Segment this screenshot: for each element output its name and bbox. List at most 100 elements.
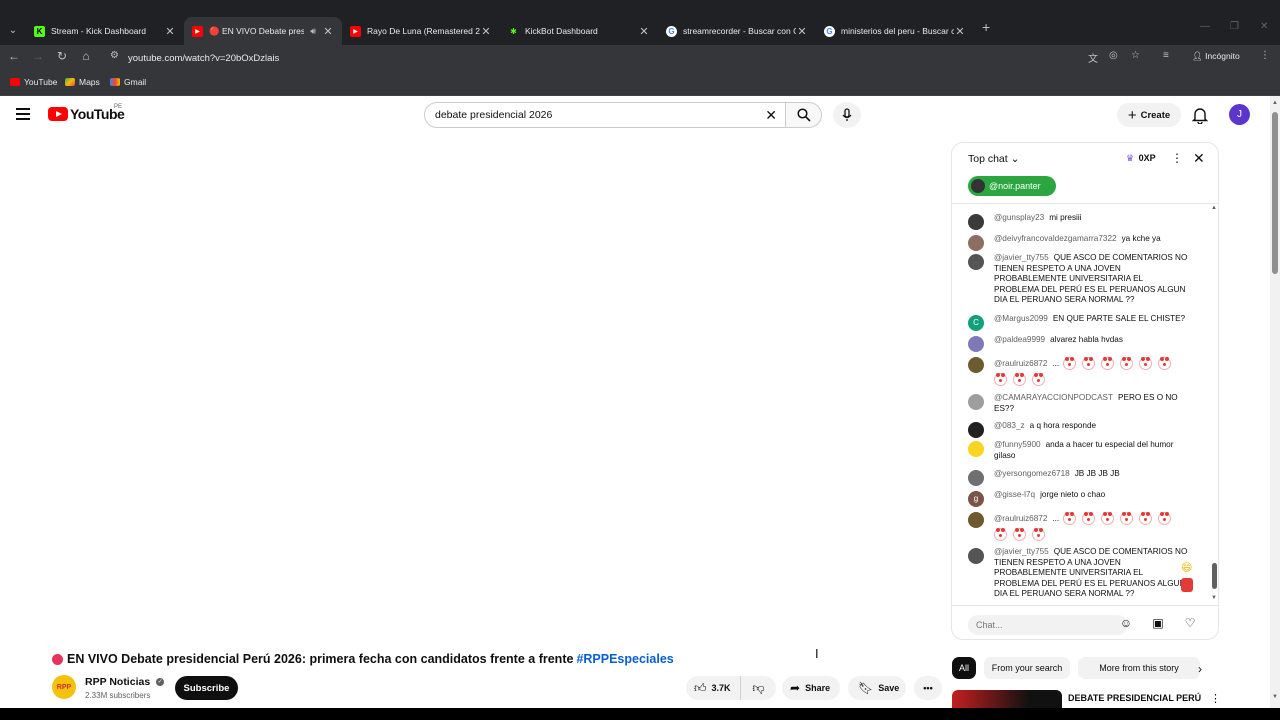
create-button[interactable]: + Create: [1117, 103, 1181, 127]
chip-all[interactable]: All: [952, 657, 976, 679]
reload-icon[interactable]: ↻: [54, 49, 70, 63]
media-control-icon[interactable]: ≡: [1163, 50, 1169, 61]
youtube-logo[interactable]: YouTube PE: [48, 104, 125, 122]
user-avatar[interactable]: [968, 235, 984, 251]
message-author[interactable]: @paldea9999: [994, 335, 1045, 344]
chat-input[interactable]: [968, 615, 1128, 635]
message-author[interactable]: @Margus2099: [994, 314, 1048, 323]
chat-scrollbar[interactable]: ▲ ▼: [1211, 205, 1218, 605]
eye-off-icon[interactable]: ◎: [1109, 50, 1118, 61]
dislike-button[interactable]: 👎︎: [740, 676, 776, 700]
bookmark-youtube[interactable]: YouTube: [10, 77, 57, 87]
user-avatar[interactable]: [968, 214, 984, 230]
menu-hamburger-icon[interactable]: [16, 108, 30, 120]
tab-youtube-debate[interactable]: ▶ 🔴 EN VIVO Debate preside 🔊︎ ✕: [184, 17, 342, 45]
chat-message-list[interactable]: @gunsplay23 mi presiii @deivyfrancovaldez…: [952, 205, 1218, 605]
page-scrollbar[interactable]: ▲ ▼: [1270, 96, 1280, 708]
tab-kickbot-dashboard[interactable]: ✱ KickBot Dashboard ✕: [500, 17, 658, 45]
bookmark-star-icon[interactable]: ☆: [1131, 50, 1140, 61]
recommended-video[interactable]: DEBATE PRESIDENCIAL PERÚ ⋮: [952, 690, 1222, 708]
user-avatar[interactable]: [968, 441, 984, 457]
heart-icon[interactable]: ♡: [1182, 616, 1198, 632]
browser-menu-icon[interactable]: ⋮: [1260, 50, 1270, 61]
pinned-user-chip[interactable]: @noir.panter: [968, 176, 1056, 196]
channel-name[interactable]: RPP Noticias ✓: [85, 676, 165, 688]
user-avatar[interactable]: [968, 512, 984, 528]
user-avatar[interactable]: [968, 470, 984, 486]
close-tab-icon[interactable]: ✕: [796, 25, 808, 38]
more-actions-button[interactable]: •••: [914, 676, 942, 700]
close-tab-icon[interactable]: ✕: [164, 25, 176, 38]
chip-more-from-this-story[interactable]: More from this story: [1078, 657, 1200, 679]
scroll-down-arrow-icon[interactable]: ▼: [1272, 694, 1278, 700]
super-chat-icon[interactable]: ▣: [1150, 616, 1166, 632]
hashtag-link[interactable]: #RPPEspeciales: [576, 652, 673, 666]
chat-more-icon[interactable]: ⋮: [1171, 151, 1183, 165]
new-tab-plus-icon[interactable]: +: [982, 19, 990, 35]
message-author[interactable]: @javier_tty755: [994, 547, 1049, 556]
message-author[interactable]: @083_z: [994, 421, 1025, 430]
tab-search-icon[interactable]: ⌄: [4, 19, 22, 41]
search-input[interactable]: debate presidencial 2026 ✕: [424, 102, 786, 128]
message-author[interactable]: @raulruiz6872: [994, 359, 1047, 368]
back-arrow-icon[interactable]: ←: [6, 49, 22, 63]
message-author[interactable]: @CAMARAYACCIONPODCAST: [994, 393, 1113, 402]
close-chat-icon[interactable]: ✕: [1193, 150, 1205, 167]
xp-badge[interactable]: ♛ 0XP: [1126, 153, 1156, 164]
recommended-thumbnail[interactable]: [952, 690, 1062, 708]
share-button[interactable]: ➦ Share: [782, 676, 840, 700]
message-author[interactable]: @raulruiz6872: [994, 514, 1047, 523]
video-player[interactable]: [52, 142, 938, 640]
chat-scrollbar-thumb[interactable]: [1212, 563, 1217, 589]
user-avatar[interactable]: [968, 394, 984, 410]
close-tab-icon[interactable]: ✕: [638, 25, 650, 38]
home-icon[interactable]: ⌂: [78, 49, 94, 63]
chip-from-your-search[interactable]: From your search: [984, 657, 1070, 679]
user-avatar[interactable]: [968, 548, 984, 564]
site-info-icon[interactable]: ⚙: [110, 50, 119, 61]
user-avatar[interactable]: C: [968, 315, 984, 331]
close-tab-icon[interactable]: ✕: [480, 25, 492, 38]
message-author[interactable]: @yersongomez6718: [994, 469, 1070, 478]
tab-streamrecorder-search[interactable]: G streamrecorder - Buscar con G ✕: [658, 17, 816, 45]
scroll-up-arrow-icon[interactable]: ▲: [1272, 100, 1278, 106]
close-tab-icon[interactable]: ✕: [954, 25, 966, 38]
user-avatar[interactable]: g: [968, 491, 984, 507]
more-vertical-icon[interactable]: ⋮: [1210, 692, 1221, 705]
bookmark-gmail[interactable]: Gmail: [110, 77, 146, 87]
scroll-up-arrow-icon[interactable]: ▲: [1211, 205, 1217, 211]
translate-icon[interactable]: 文: [1088, 50, 1098, 65]
bookmark-maps[interactable]: Maps: [65, 77, 100, 87]
tab-kick-dashboard[interactable]: K Stream - Kick Dashboard ✕: [26, 17, 184, 45]
close-window-icon[interactable]: ✕: [1260, 21, 1268, 32]
forward-arrow-icon[interactable]: →: [30, 49, 46, 63]
like-button[interactable]: 👍︎ 3.7K: [686, 676, 740, 700]
incognito-indicator[interactable]: 👤︎ Incógnito: [1192, 51, 1240, 62]
save-button[interactable]: 🔖︎ Save: [848, 676, 906, 700]
voice-search-button[interactable]: [833, 102, 861, 128]
tab-rayo-de-luna[interactable]: ▶ Rayo De Luna (Remastered 201 ✕: [342, 17, 500, 45]
subscribe-button[interactable]: Subscribe: [175, 676, 238, 700]
chat-mode-dropdown[interactable]: Top chat ⌄: [968, 153, 1019, 165]
user-avatar[interactable]: [968, 357, 984, 373]
account-avatar[interactable]: J: [1229, 104, 1250, 125]
channel-avatar[interactable]: RPP: [52, 675, 76, 699]
maximize-icon[interactable]: ❐: [1230, 21, 1239, 32]
message-author[interactable]: @funny5900: [994, 440, 1041, 449]
user-avatar[interactable]: [968, 336, 984, 352]
message-author[interactable]: @gisse-l7q: [994, 490, 1035, 499]
notifications-bell-icon[interactable]: [1191, 106, 1209, 125]
user-avatar[interactable]: [968, 254, 984, 270]
search-button[interactable]: [786, 102, 822, 128]
message-author[interactable]: @gunsplay23: [994, 213, 1044, 222]
emoji-picker-icon[interactable]: ☺: [1118, 616, 1134, 632]
message-author[interactable]: @javier_tty755: [994, 253, 1049, 262]
speaker-icon[interactable]: 🔊︎: [310, 26, 316, 37]
scrollbar-thumb[interactable]: [1272, 112, 1278, 274]
recommended-title[interactable]: DEBATE PRESIDENCIAL PERÚ: [1068, 693, 1201, 703]
chevron-right-icon[interactable]: ›: [1198, 662, 1202, 676]
tab-ministerios-search[interactable]: G ministerios del peru - Buscar co ✕: [816, 17, 974, 45]
address-bar[interactable]: youtube.com/watch?v=20bOxDzlais: [128, 47, 1208, 69]
clear-search-icon[interactable]: ✕: [765, 107, 777, 124]
close-tab-icon[interactable]: ✕: [322, 25, 334, 38]
